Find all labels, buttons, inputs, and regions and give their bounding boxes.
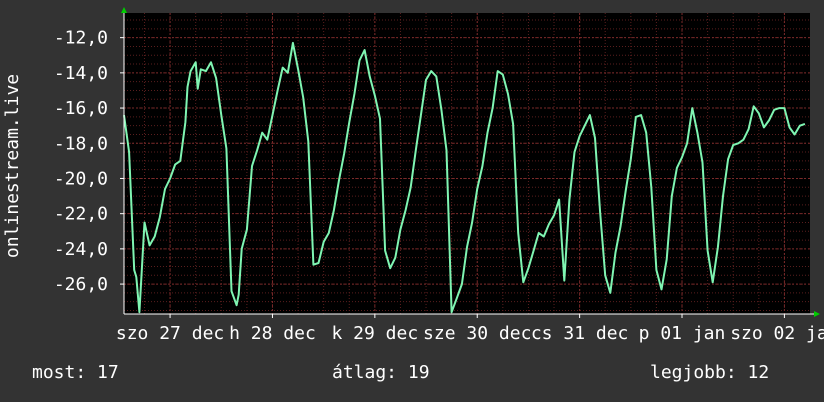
y-tick-label: -12,0 bbox=[54, 28, 108, 49]
x-tick-label: h 28 dec bbox=[229, 323, 316, 344]
stat-current: most: 17 bbox=[32, 362, 119, 383]
y-axis-label: onlinestream.live bbox=[2, 74, 23, 258]
x-axis-arrow bbox=[814, 311, 820, 317]
y-axis-arrow bbox=[121, 7, 127, 13]
x-tick-label: p 01 jan bbox=[639, 323, 726, 344]
chart: -12,0 -14,0 -16,0 -18,0 -20,0 -22,0 -24,0 -26,0… bbox=[2, 7, 824, 344]
y-tick-label: -14,0 bbox=[54, 63, 108, 84]
y-tick-label: -24,0 bbox=[54, 239, 108, 260]
x-tick-label: szo 02 jan bbox=[730, 323, 824, 344]
stat-best: legjobb: 12 bbox=[650, 362, 770, 383]
x-tick-label: cs 31 dec bbox=[531, 323, 629, 344]
x-tick-label: k 29 dec bbox=[331, 323, 418, 344]
x-tick-label: szo 27 dec bbox=[116, 323, 224, 344]
y-tick-label: -16,0 bbox=[54, 98, 108, 119]
y-axis-ticks: -12,0 -14,0 -16,0 -18,0 -20,0 -22,0 -24,0 -26,0 bbox=[54, 28, 124, 295]
y-tick-label: -22,0 bbox=[54, 204, 108, 225]
x-axis-ticks: szo 27 dec h 28 dec k 29 dec sze 30 dec cs 3… bbox=[116, 314, 824, 344]
stat-average: átlag: 19 bbox=[332, 362, 430, 383]
y-tick-label: -20,0 bbox=[54, 168, 108, 189]
y-tick-label: -26,0 bbox=[54, 274, 108, 295]
x-tick-label: sze 30 dec bbox=[423, 323, 531, 344]
y-tick-label: -18,0 bbox=[54, 133, 108, 154]
